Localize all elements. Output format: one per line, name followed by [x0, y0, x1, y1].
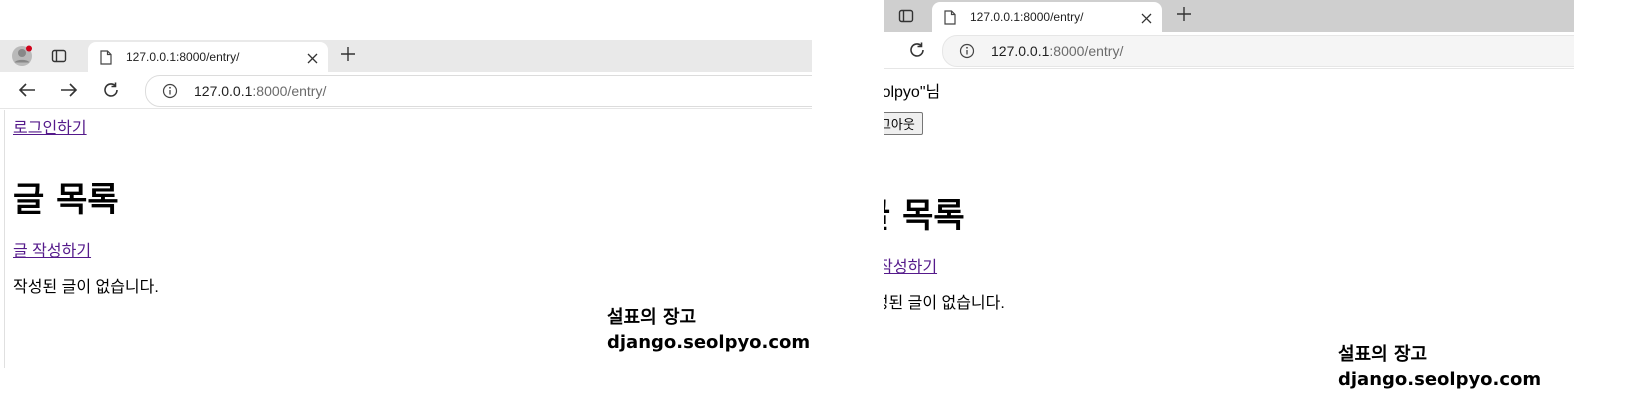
watermark-url: django.seolpyo.com — [1338, 369, 1542, 390]
url-text: 127.0.0.1:8000/entry/ — [991, 43, 1123, 59]
page-icon — [100, 50, 112, 70]
user-greeting: "seolpyo"님 — [884, 84, 941, 101]
close-icon[interactable] — [307, 51, 318, 69]
page-title: 글 목록 — [884, 196, 965, 236]
tab-actions-icon[interactable] — [895, 5, 917, 27]
address-bar[interactable]: 127.0.0.1:8000/entry/ — [145, 75, 812, 107]
navigation-toolbar: 127.0.0.1:8000/entry/ — [884, 32, 1574, 69]
back-icon[interactable] — [884, 39, 885, 61]
address-bar[interactable]: 127.0.0.1:8000/entry/ — [942, 35, 1574, 67]
page-icon — [944, 10, 956, 30]
reload-icon[interactable] — [100, 79, 122, 101]
watermark-title: 설표의 장고 — [1338, 344, 1428, 365]
back-icon[interactable] — [16, 79, 38, 101]
empty-message: 작성된 글이 없습니다. — [884, 295, 1005, 312]
plus-icon[interactable] — [340, 46, 356, 67]
page-title: 글 목록 — [13, 180, 119, 220]
url-path: :8000/entry/ — [1049, 43, 1124, 59]
navigation-toolbar: 127.0.0.1:8000/entry/ — [0, 72, 812, 109]
url-path: :8000/entry/ — [252, 83, 327, 99]
profile-icon[interactable] — [11, 45, 33, 67]
tab-entry[interactable]: 127.0.0.1:8000/entry/ — [88, 42, 328, 72]
info-icon[interactable] — [959, 43, 975, 64]
tab-title: 127.0.0.1:8000/entry/ — [126, 50, 240, 64]
plus-icon[interactable] — [1176, 6, 1192, 27]
empty-message: 작성된 글이 없습니다. — [13, 279, 159, 296]
write-post-link[interactable]: 글 작성하기 — [13, 243, 91, 260]
reload-icon[interactable] — [906, 39, 928, 61]
info-icon[interactable] — [162, 83, 178, 104]
tab-strip: 127.0.0.1:8000/entry/ — [0, 40, 812, 72]
login-link[interactable]: 로그인하기 — [13, 120, 87, 137]
tab-actions-icon[interactable] — [48, 45, 70, 67]
tab-strip: 127.0.0.1:8000/entry/ — [884, 0, 1574, 32]
watermark-title: 설표의 장고 — [607, 307, 697, 328]
watermark-url: django.seolpyo.com — [607, 332, 811, 353]
url-text: 127.0.0.1:8000/entry/ — [194, 83, 326, 99]
watermark-right: 설표의 장고 django.seolpyo.com — [1338, 342, 1541, 392]
forward-icon[interactable] — [58, 79, 80, 101]
watermark-left: 설표의 장고 django.seolpyo.com — [607, 305, 810, 355]
write-post-link[interactable]: 글 작성하기 — [884, 259, 937, 276]
close-icon[interactable] — [1141, 11, 1152, 29]
url-host: 127.0.0.1 — [991, 43, 1050, 59]
tab-entry[interactable]: 127.0.0.1:8000/entry/ — [932, 2, 1162, 32]
tab-title: 127.0.0.1:8000/entry/ — [970, 10, 1084, 24]
url-host: 127.0.0.1 — [194, 83, 253, 99]
logout-button[interactable]: 로그아웃 — [884, 112, 923, 135]
